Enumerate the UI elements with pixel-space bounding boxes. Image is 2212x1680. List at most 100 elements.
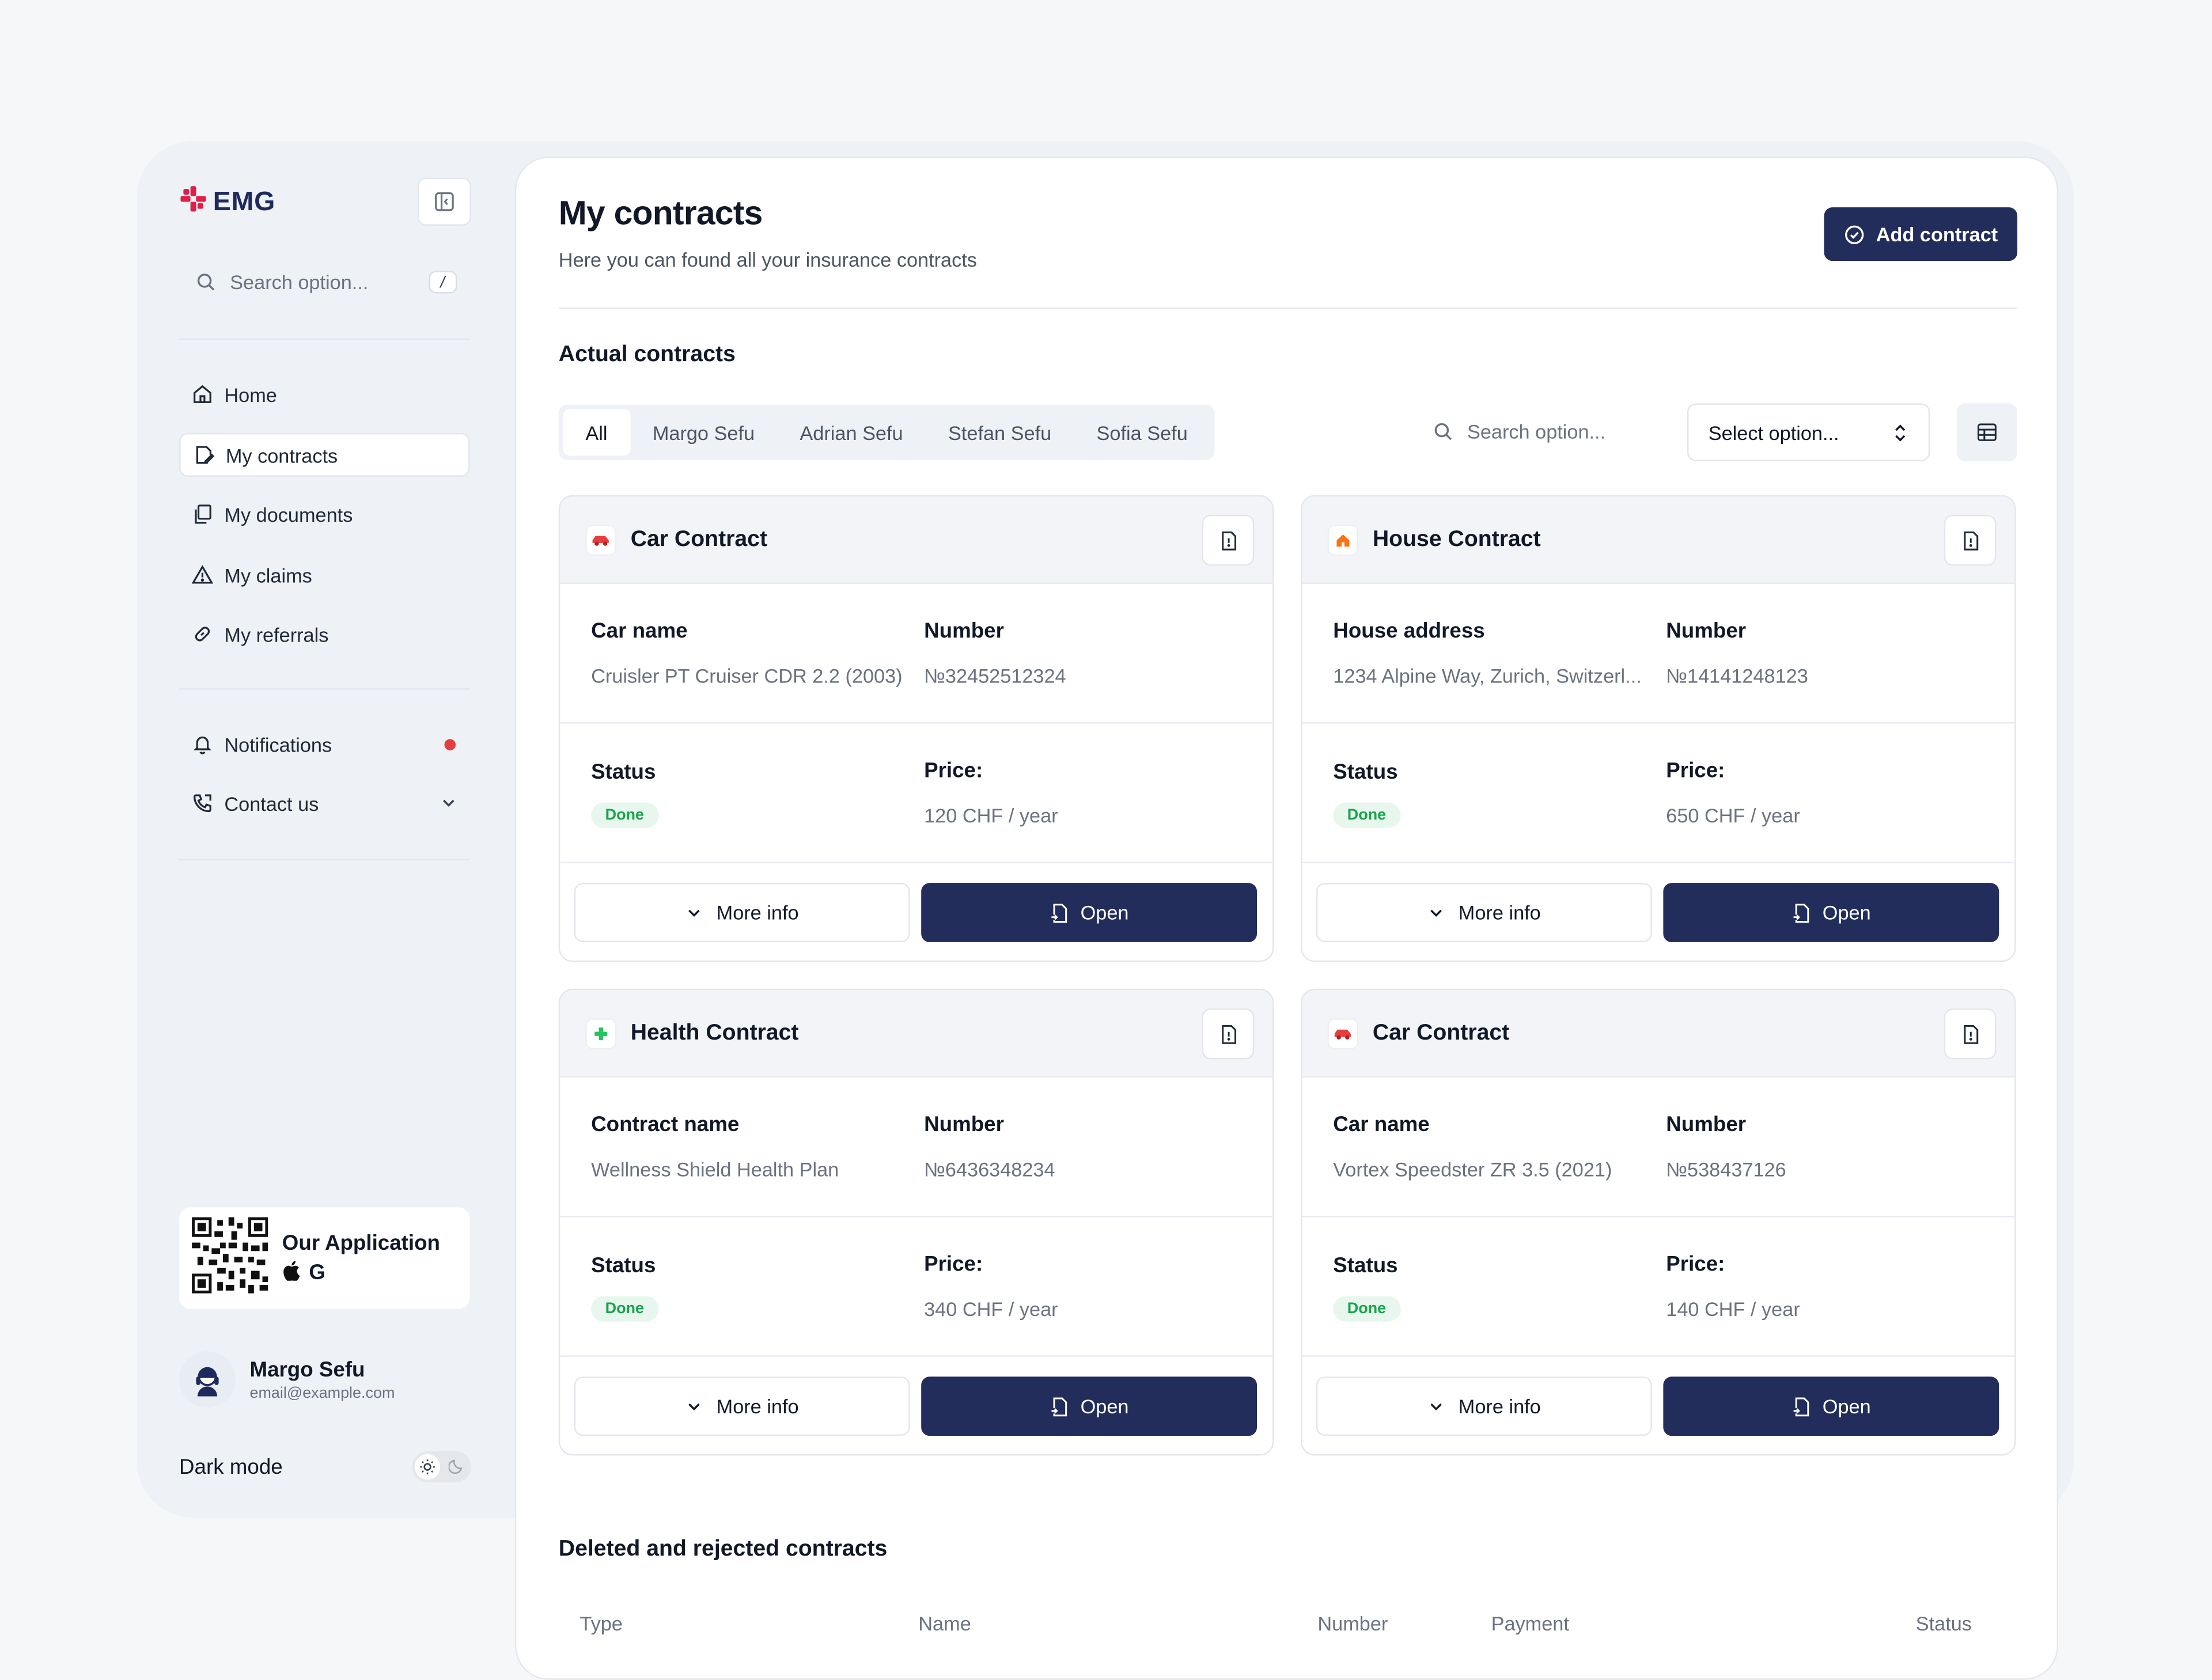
warning-icon (191, 563, 213, 586)
open-button[interactable]: Open (1663, 1376, 1999, 1436)
sun-icon (415, 1454, 441, 1480)
more-info-button[interactable]: More info (1316, 1376, 1652, 1436)
document-alert-icon (1221, 1024, 1236, 1044)
tab-all[interactable]: All (563, 409, 630, 456)
sidebar-search-input[interactable]: Search option... / (179, 260, 471, 305)
status-label: Status (591, 1254, 656, 1278)
home-icon (191, 383, 213, 405)
dark-mode-toggle[interactable] (412, 1451, 471, 1482)
grid-view-button[interactable] (1956, 403, 2018, 461)
filter-select-value: Select option... (1708, 421, 1839, 444)
page-subtitle: Here you can found all your insurance co… (558, 248, 977, 271)
contract-card: Car Contract Car name Vortex Speedster Z… (1300, 988, 2016, 1456)
app-download-card[interactable]: Our Application G (179, 1207, 470, 1309)
logo[interactable]: EMG (179, 185, 275, 220)
contracts-search-placeholder: Search option... (1467, 420, 1606, 443)
card-header: House Contract (1302, 496, 2015, 584)
file-export-icon (1051, 903, 1067, 922)
status-badge: Done (1333, 1296, 1400, 1322)
card-document-button[interactable] (1202, 1008, 1255, 1060)
card-document-button[interactable] (1202, 514, 1255, 566)
document-alert-icon (1963, 530, 1978, 550)
more-info-label: More info (1458, 1395, 1541, 1418)
tab-stefan-sefu[interactable]: Stefan Sefu (926, 409, 1074, 456)
more-info-button[interactable]: More info (1316, 883, 1652, 942)
number-label: Number (924, 619, 1004, 643)
table-header-type[interactable]: Type (580, 1612, 623, 1635)
filter-select[interactable]: Select option... (1687, 403, 1930, 461)
nav-item-my-contracts[interactable]: My contracts (179, 433, 470, 477)
notification-dot (444, 739, 456, 750)
field-value: 1234 Alpine Way, Zurich, Switzerl... (1333, 664, 1642, 687)
card-header: Car Contract (1302, 990, 2015, 1078)
google-play-icon[interactable]: G (309, 1261, 325, 1285)
documents-icon (191, 503, 213, 525)
moon-icon (448, 1459, 463, 1474)
divider (179, 859, 470, 860)
status-badge: Done (591, 802, 658, 828)
table-header-name[interactable]: Name (918, 1612, 971, 1635)
price-value: 340 CHF / year (924, 1298, 1058, 1321)
card-document-button[interactable] (1944, 1008, 1997, 1060)
open-label: Open (1822, 901, 1871, 924)
table-header-number[interactable]: Number (1317, 1612, 1388, 1635)
field-label: House address (1333, 619, 1485, 643)
app-card-title: Our Application (282, 1231, 440, 1256)
tab-margo-sefu[interactable]: Margo Sefu (630, 409, 778, 456)
deleted-contracts-title: Deleted and rejected contracts (558, 1537, 888, 1562)
open-button[interactable]: Open (921, 883, 1257, 942)
status-badge: Done (1333, 802, 1400, 828)
tab-adrian-sefu[interactable]: Adrian Sefu (777, 409, 926, 456)
car-icon (585, 524, 617, 555)
logo-text: EMG (213, 187, 276, 217)
table-header-payment[interactable]: Payment (1491, 1612, 1569, 1635)
card-document-button[interactable] (1944, 514, 1997, 566)
user-profile[interactable]: Margo Sefu email@example.com (179, 1351, 395, 1408)
user-email: email@example.com (249, 1384, 395, 1402)
collapse-sidebar-button[interactable] (417, 177, 471, 226)
nav-label: My referrals (224, 623, 329, 646)
tab-sofia-sefu[interactable]: Sofia Sefu (1074, 409, 1210, 456)
add-contract-button[interactable]: Add contract (1824, 207, 2018, 261)
page-title: My contracts (558, 194, 763, 233)
apple-icon[interactable] (282, 1261, 301, 1285)
nav-item-my-referrals[interactable]: My referrals (179, 612, 469, 656)
open-label: Open (1080, 901, 1129, 924)
dark-mode-row: Dark mode (179, 1451, 471, 1482)
card-status-row: Status Done Price: 650 CHF / year (1302, 723, 2015, 863)
sidebar-collapse-icon (435, 192, 454, 211)
chevron-down-icon (1430, 1403, 1442, 1410)
more-info-button[interactable]: More info (574, 883, 910, 942)
status-label: Status (1333, 1254, 1398, 1278)
open-button[interactable]: Open (921, 1376, 1257, 1436)
number-label: Number (1666, 619, 1747, 643)
open-button[interactable]: Open (1663, 883, 1999, 942)
more-info-button[interactable]: More info (574, 1376, 910, 1436)
contract-card: Car Contract Car name Cruisler PT Cruise… (558, 495, 1274, 962)
nav-item-notifications[interactable]: Notifications (179, 722, 469, 766)
table-header-status[interactable]: Status (1916, 1612, 1972, 1635)
file-export-icon (1793, 903, 1809, 922)
price-value: 650 CHF / year (1666, 803, 1800, 827)
open-label: Open (1822, 1395, 1871, 1418)
contract-icon (192, 443, 214, 466)
field-label: Car name (591, 619, 688, 643)
status-badge: Done (591, 1296, 658, 1322)
more-info-label: More info (1458, 901, 1541, 924)
nav-item-my-claims[interactable]: My claims (179, 553, 469, 597)
contracts-search-input[interactable]: Search option... (1433, 420, 1605, 443)
chevron-down-icon (688, 1403, 700, 1410)
document-alert-icon (1963, 1024, 1978, 1044)
contract-card: House Contract House address 1234 Alpine… (1300, 495, 2016, 962)
card-info-row: Contract name Wellness Shield Health Pla… (560, 1078, 1272, 1218)
card-header: Car Contract (560, 496, 1272, 584)
nav-item-contact-us[interactable]: Contact us (179, 782, 469, 825)
number-value: №6436348234 (924, 1158, 1055, 1181)
chevron-up-down-icon (1895, 423, 1906, 441)
nav-item-my-documents[interactable]: My documents (179, 492, 469, 536)
price-value: 120 CHF / year (924, 803, 1058, 827)
price-label: Price: (924, 1252, 983, 1277)
card-status-row: Status Done Price: 140 CHF / year (1302, 1217, 2015, 1357)
status-label: Status (591, 760, 656, 784)
nav-item-home[interactable]: Home (179, 373, 469, 416)
